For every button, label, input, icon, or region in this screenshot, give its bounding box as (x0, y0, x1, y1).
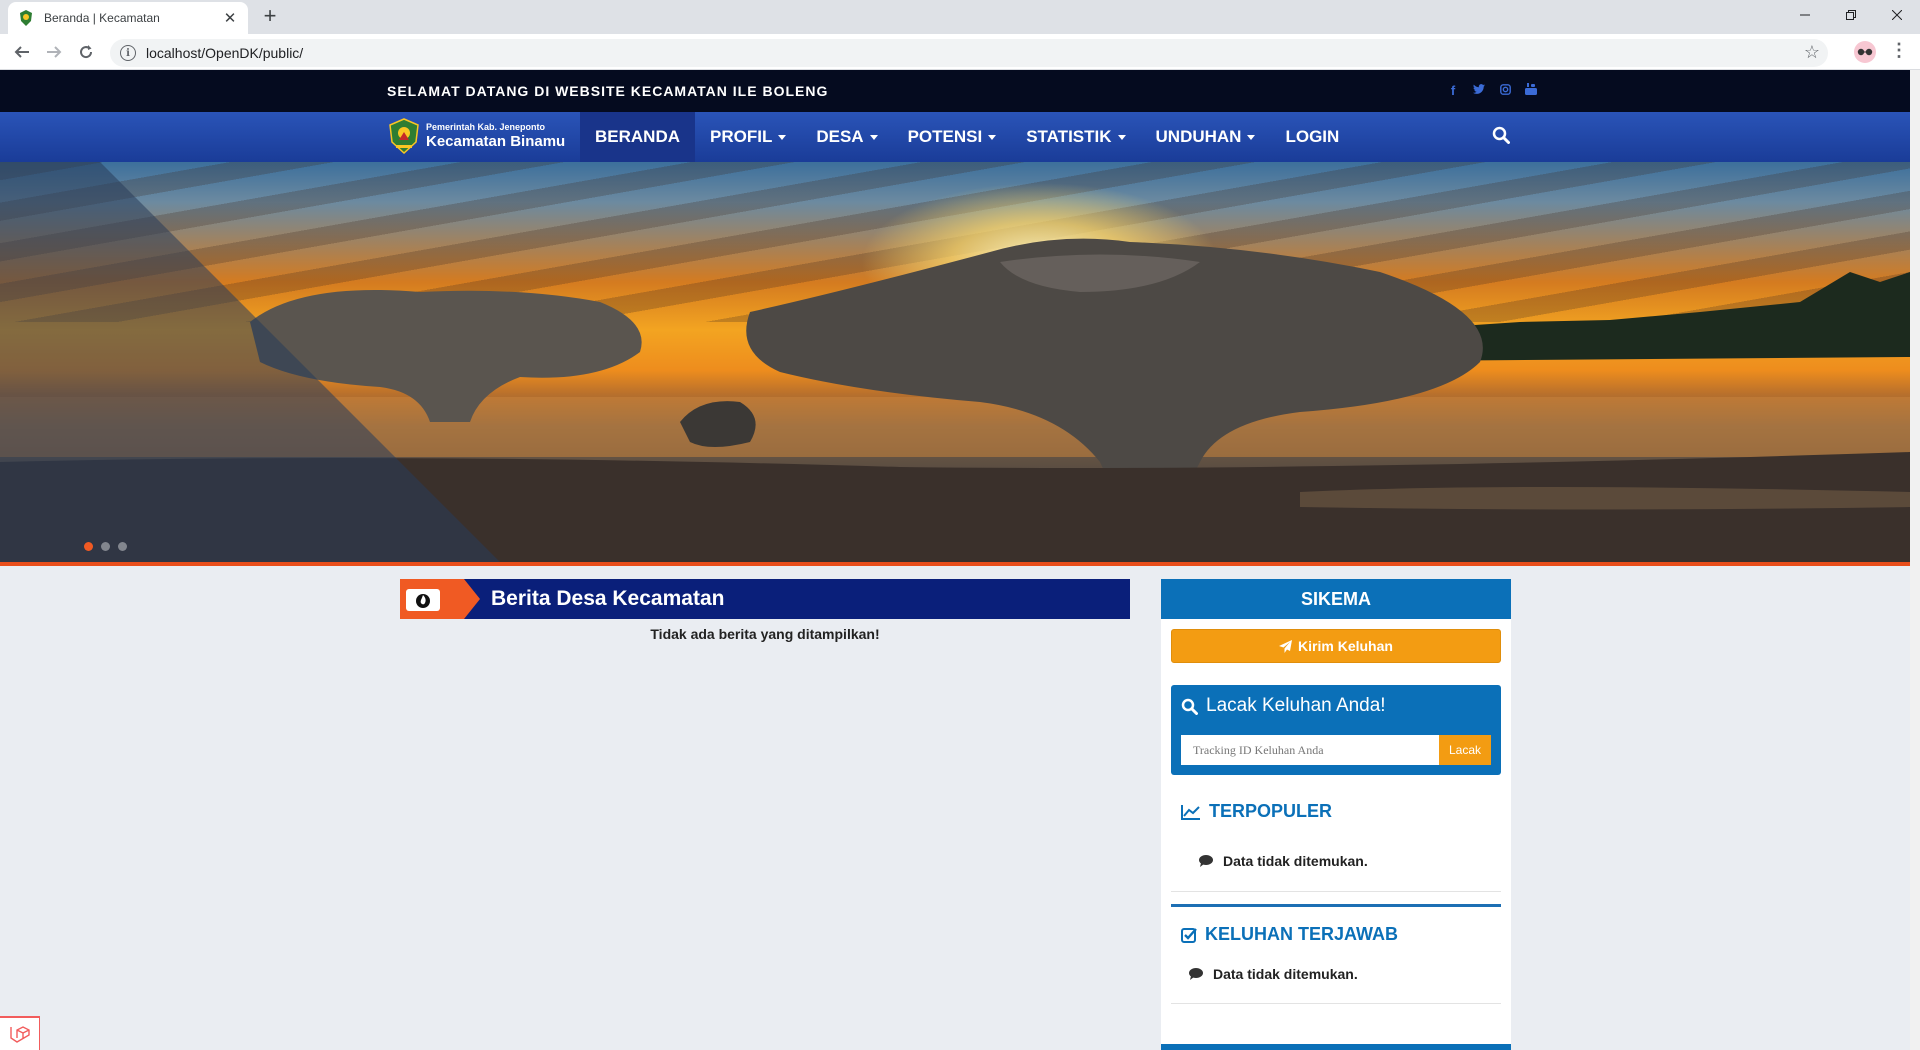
sidebar-next-panel-edge (1161, 1044, 1511, 1050)
facebook-icon[interactable]: f (1446, 83, 1460, 98)
search-icon[interactable] (1492, 126, 1514, 148)
caret-down-icon (1247, 134, 1256, 140)
lacak-title: Lacak Keluhan Anda! (1181, 695, 1386, 717)
web-page: SELAMAT DATANG DI WEBSITE KECAMATAN ILE … (0, 70, 1910, 1050)
restore-icon[interactable] (1828, 0, 1874, 30)
menu-potensi[interactable]: POTENSI (893, 112, 1012, 162)
bookmark-star-icon[interactable]: ☆ (1804, 42, 1820, 63)
back-icon[interactable] (10, 40, 34, 64)
fire-icon (416, 594, 430, 608)
window-controls (1782, 0, 1920, 30)
forward-icon[interactable] (42, 40, 66, 64)
news-section-title: Berita Desa Kecamatan (491, 587, 725, 610)
welcome-text: SELAMAT DATANG DI WEBSITE KECAMATAN ILE … (387, 83, 829, 99)
terpopuler-empty: Data tidak ditemukan. (1199, 853, 1368, 869)
logo-subtitle: Pemerintah Kab. Jeneponto (426, 122, 546, 132)
menu-beranda[interactable]: BERANDA (580, 112, 695, 162)
social-links: f (1446, 83, 1538, 98)
menu-login[interactable]: LOGIN (1270, 112, 1354, 162)
menu-potensi-label: POTENSI (907, 127, 983, 146)
browser-tab-bar: Beranda | Kecamatan ✕ + (0, 0, 1920, 34)
caret-down-icon (988, 134, 997, 140)
twitter-icon[interactable] (1472, 83, 1486, 98)
caret-down-icon (778, 134, 787, 140)
site-favicon-icon (18, 10, 34, 26)
search-icon (1181, 698, 1198, 715)
browser-toolbar: i localhost/OpenDK/public/ ☆ ⋮ (0, 34, 1920, 70)
menu-profil-label: PROFIL (710, 127, 773, 146)
hero-carousel[interactable] (0, 162, 1910, 562)
kabupaten-emblem-icon (389, 118, 419, 154)
section-divider (1171, 891, 1501, 892)
section-divider-blue (1171, 904, 1501, 907)
logo-title: Kecamatan Binamu (426, 133, 566, 150)
carousel-dot-2[interactable] (101, 542, 110, 551)
kirim-keluhan-button[interactable]: Kirim Keluhan (1171, 629, 1501, 663)
address-bar[interactable]: i localhost/OpenDK/public/ ☆ (110, 39, 1828, 67)
instagram-icon[interactable] (1498, 83, 1512, 98)
carousel-dot-1[interactable] (84, 542, 93, 551)
lacak-button[interactable]: Lacak (1439, 735, 1491, 765)
check-square-icon (1181, 927, 1197, 943)
menu-desa-label: DESA (816, 127, 864, 146)
comment-icon (1199, 855, 1213, 867)
comment-icon (1189, 968, 1203, 980)
tab-title: Beranda | Kecamatan (44, 11, 160, 25)
carousel-dot-3[interactable] (118, 542, 127, 551)
page-scrollbar[interactable] (1910, 70, 1920, 1050)
menu-profil[interactable]: PROFIL (695, 112, 801, 162)
section-divider (1171, 1003, 1501, 1004)
terjawab-empty-label: Data tidak ditemukan. (1213, 966, 1358, 982)
lacak-keluhan-box: Lacak Keluhan Anda! Tracking ID Keluhan … (1171, 685, 1501, 775)
browser-tab[interactable]: Beranda | Kecamatan ✕ (8, 2, 248, 34)
new-tab-button[interactable]: + (258, 5, 282, 29)
caret-down-icon (1117, 134, 1126, 140)
terjawab-title: KELUHAN TERJAWAB (1181, 924, 1398, 945)
menu-statistik[interactable]: STATISTIK (1011, 112, 1140, 162)
hero-bottom-border (0, 562, 1910, 566)
menu-beranda-label: BERANDA (595, 127, 680, 146)
site-logo[interactable]: Pemerintah Kab. Jeneponto Kecamatan Bina… (388, 118, 565, 154)
main-navbar: Pemerintah Kab. Jeneponto Kecamatan Bina… (0, 112, 1910, 162)
terjawab-label: KELUHAN TERJAWAB (1205, 924, 1399, 944)
kirim-keluhan-label: Kirim Keluhan (1298, 638, 1393, 654)
main-menu: BERANDA PROFIL DESA POTENSI STATISTIK UN… (580, 112, 1354, 162)
terjawab-empty: Data tidak ditemukan. (1189, 966, 1358, 982)
reload-icon[interactable] (74, 40, 98, 64)
news-section-header: Berita Desa Kecamatan (400, 579, 1130, 619)
menu-login-label: LOGIN (1285, 127, 1340, 146)
terpopuler-title: TERPOPULER (1181, 801, 1332, 822)
top-welcome-bar: SELAMAT DATANG DI WEBSITE KECAMATAN ILE … (0, 70, 1910, 112)
profile-avatar[interactable] (1854, 41, 1876, 63)
menu-desa[interactable]: DESA (801, 112, 892, 162)
youtube-icon[interactable] (1524, 83, 1538, 98)
sikema-panel: SIKEMA Kirim Keluhan Lacak Keluhan Anda!… (1161, 579, 1511, 1050)
news-badge-box (406, 589, 440, 611)
line-chart-icon (1181, 804, 1200, 820)
tab-close-icon[interactable]: ✕ (222, 9, 238, 27)
sikema-header: SIKEMA (1161, 579, 1511, 619)
url-text[interactable]: localhost/OpenDK/public/ (146, 45, 303, 61)
lacak-title-label: Lacak Keluhan Anda! (1206, 695, 1386, 716)
laravel-debug-icon[interactable] (0, 1016, 40, 1050)
browser-menu-icon[interactable]: ⋮ (1890, 40, 1908, 61)
site-info-icon[interactable]: i (120, 45, 136, 61)
menu-unduhan-label: UNDUHAN (1155, 127, 1242, 146)
terpopuler-empty-label: Data tidak ditemukan. (1223, 853, 1368, 869)
news-empty-message: Tidak ada berita yang ditampilkan! (650, 626, 880, 642)
tracking-id-input[interactable]: Tracking ID Keluhan Anda (1181, 735, 1439, 765)
close-window-icon[interactable] (1874, 0, 1920, 30)
carousel-indicators (84, 542, 127, 551)
minimize-icon[interactable] (1782, 0, 1828, 30)
paper-plane-icon (1279, 639, 1293, 653)
menu-statistik-label: STATISTIK (1026, 127, 1112, 146)
terpopuler-label: TERPOPULER (1209, 801, 1333, 821)
caret-down-icon (869, 134, 878, 140)
menu-unduhan[interactable]: UNDUHAN (1141, 112, 1271, 162)
news-badge (400, 579, 480, 619)
